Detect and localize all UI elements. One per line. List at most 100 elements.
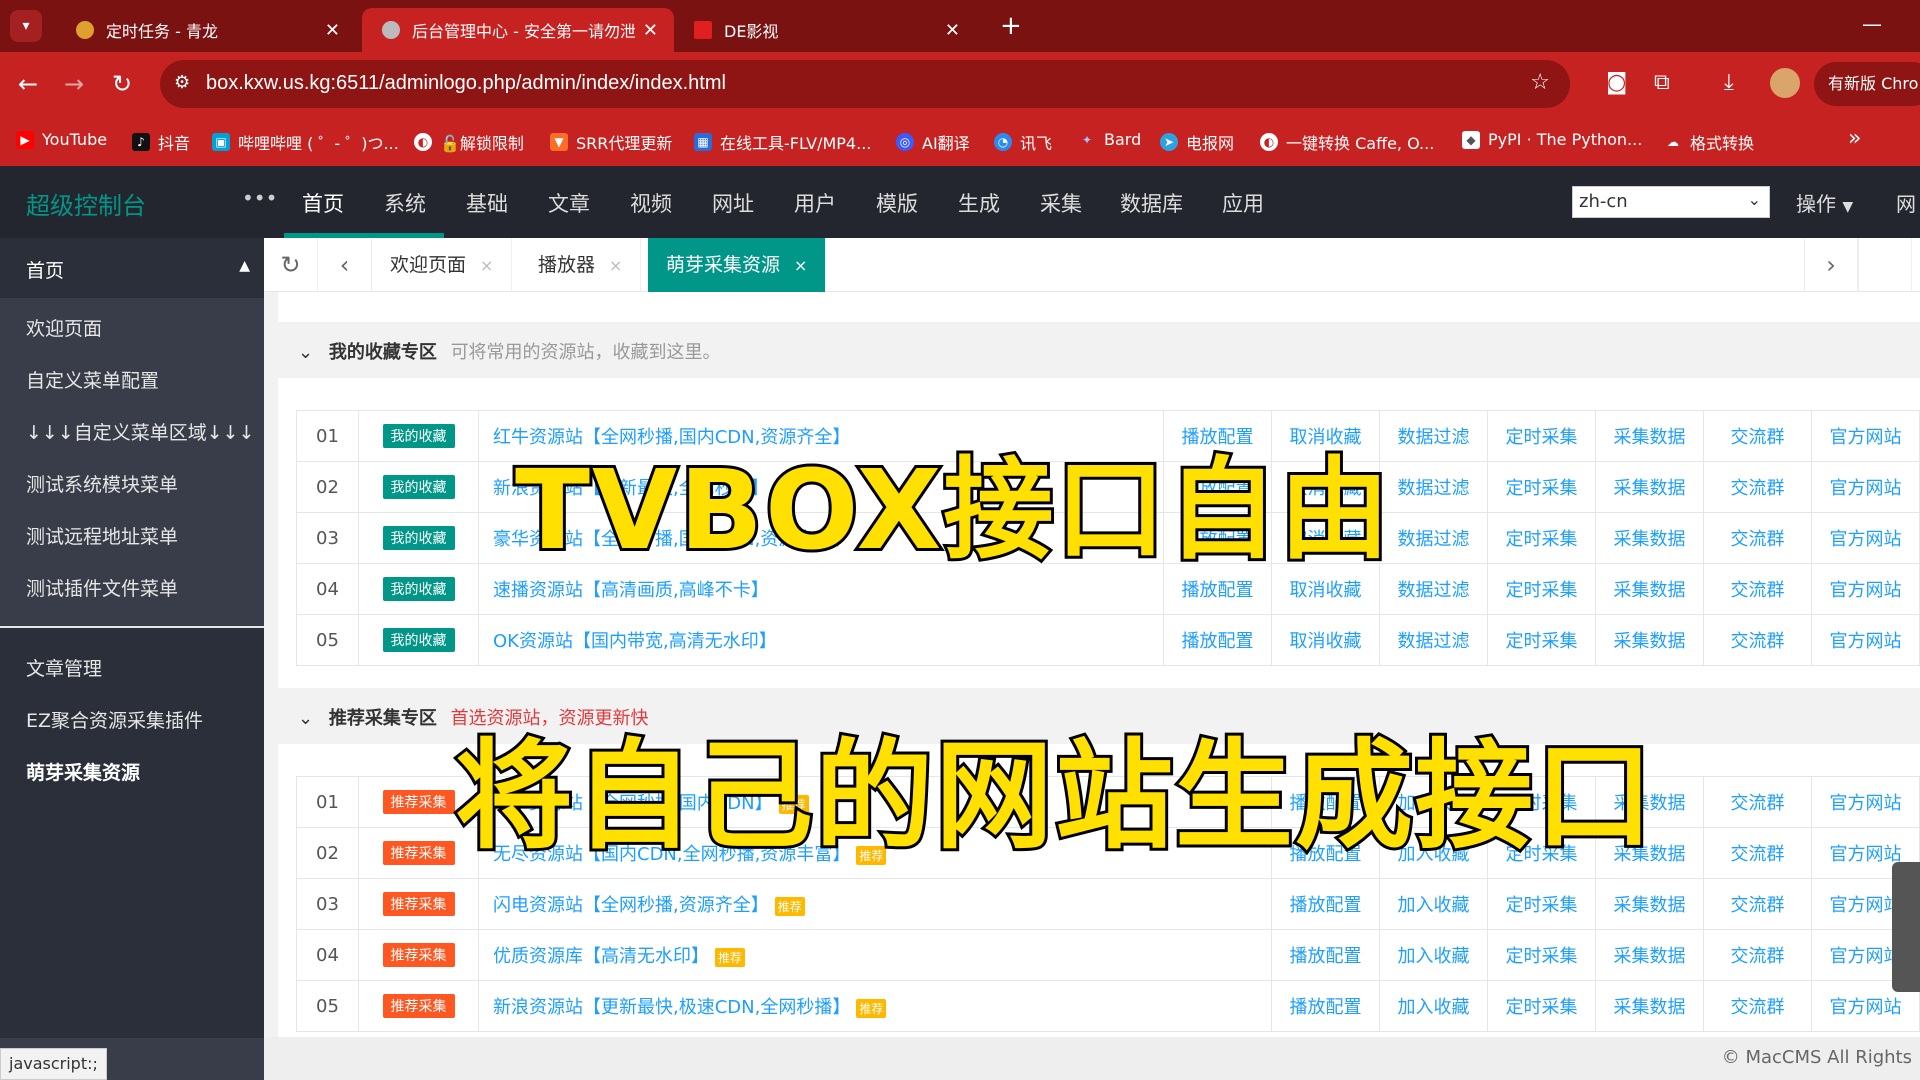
- tab-player[interactable]: 播放器 ×: [520, 238, 642, 292]
- refresh-icon[interactable]: ↻: [264, 238, 318, 292]
- action-link[interactable]: 采集数据: [1595, 878, 1704, 930]
- topnav-generate[interactable]: 生成: [958, 188, 1000, 218]
- sidebar-item-test-remote[interactable]: 测试远程地址菜单: [26, 522, 178, 549]
- action-link[interactable]: 采集数据: [1595, 614, 1704, 666]
- bookmarks-overflow-icon[interactable]: »: [1848, 126, 1861, 151]
- action-link[interactable]: 定时采集: [1487, 614, 1596, 666]
- close-icon[interactable]: ✕: [945, 20, 960, 41]
- bookmark-douyin[interactable]: ♪ 抖音: [132, 130, 190, 154]
- action-link[interactable]: 数据过滤: [1379, 512, 1488, 564]
- action-link[interactable]: 交流群: [1703, 980, 1812, 1032]
- topnav-apps[interactable]: 应用: [1222, 188, 1264, 218]
- sidebar-item-test-plugin[interactable]: 测试插件文件菜单: [26, 574, 178, 601]
- app-logo[interactable]: 超级控制台: [26, 186, 146, 221]
- extensions-puzzle-icon[interactable]: ⧉: [1654, 70, 1670, 95]
- bookmark-youtube[interactable]: ▶ YouTube: [16, 130, 107, 149]
- topnav-basic[interactable]: 基础: [466, 188, 508, 218]
- action-link[interactable]: 官方网站: [1811, 776, 1920, 828]
- action-link[interactable]: 定时采集: [1487, 512, 1596, 564]
- bookmark-format[interactable]: ☁ 格式转换: [1664, 130, 1754, 154]
- action-link[interactable]: 定时采集: [1487, 410, 1596, 462]
- action-link[interactable]: 交流群: [1703, 827, 1812, 879]
- operate-menu[interactable]: 操作 ▼: [1796, 188, 1853, 217]
- action-link[interactable]: 采集数据: [1595, 929, 1704, 981]
- more-menu-icon[interactable]: •••: [242, 186, 277, 210]
- topnav-url[interactable]: 网址: [712, 188, 754, 218]
- action-link[interactable]: 定时采集: [1487, 980, 1596, 1032]
- topnav-user[interactable]: 用户: [794, 188, 836, 218]
- close-icon[interactable]: ✕: [325, 20, 340, 41]
- action-link[interactable]: 官方网站: [1811, 512, 1920, 564]
- bookmark-caffe[interactable]: ◐ 一键转换 Caffe, O...: [1260, 130, 1434, 154]
- action-link[interactable]: 官方网站: [1811, 410, 1920, 462]
- topnav-database[interactable]: 数据库: [1120, 188, 1183, 218]
- download-icon[interactable]: ⤓: [1724, 70, 1734, 95]
- sidebar-item-article-manage[interactable]: 文章管理: [26, 654, 102, 681]
- sidebar-item-mengya[interactable]: 萌芽采集资源: [26, 758, 140, 785]
- bookmark-srr[interactable]: ▼ SRR代理更新: [550, 130, 672, 154]
- action-link[interactable]: 播放配置: [1271, 929, 1380, 981]
- bookmark-bilibili[interactable]: ▣ 哔哩哔哩 ( ゜- ゜)つ...: [212, 130, 399, 154]
- browser-tab-admin[interactable]: 后台管理中心 - 安全第一请勿泄 ✕: [362, 8, 674, 52]
- topnav-video[interactable]: 视频: [630, 188, 672, 218]
- topnav-article[interactable]: 文章: [548, 188, 590, 218]
- action-link[interactable]: 加入收藏: [1379, 929, 1488, 981]
- topnav-system[interactable]: 系统: [384, 188, 426, 218]
- sidebar-item-custom-menu-config[interactable]: 自定义菜单配置: [26, 366, 159, 393]
- language-select[interactable]: zh-cn ⌄: [1572, 186, 1770, 218]
- resource-link[interactable]: 速播资源站【高清画质,高峰不卡】: [493, 580, 769, 601]
- tab-search-button[interactable]: ▾: [10, 10, 42, 42]
- bookmark-xunfei[interactable]: ◔ 讯飞: [994, 130, 1052, 154]
- close-icon[interactable]: ×: [794, 256, 807, 275]
- action-link[interactable]: 定时采集: [1487, 929, 1596, 981]
- action-link[interactable]: 交流群: [1703, 512, 1812, 564]
- topnav-home[interactable]: 首页: [302, 188, 344, 218]
- action-link[interactable]: 定时采集: [1487, 878, 1596, 930]
- action-link[interactable]: 官方网站: [1811, 563, 1920, 615]
- browser-tab-de[interactable]: DE影视 ✕: [674, 8, 976, 52]
- action-link[interactable]: 交流群: [1703, 410, 1812, 462]
- tab-mengya[interactable]: 萌芽采集资源 ×: [648, 238, 827, 292]
- action-link[interactable]: 采集数据: [1595, 512, 1704, 564]
- resource-link[interactable]: 优质资源库【高清无水印】: [493, 946, 709, 967]
- bookmark-bard[interactable]: ✦ Bard: [1078, 130, 1141, 149]
- tab-welcome[interactable]: 欢迎页面 ×: [372, 238, 513, 292]
- minimize-icon[interactable]: —: [1862, 12, 1882, 36]
- action-link[interactable]: 定时采集: [1487, 563, 1596, 615]
- bookmark-pypi[interactable]: ◆ PyPI · The Python...: [1462, 130, 1642, 149]
- forward-arrow-icon[interactable]: →: [64, 70, 84, 98]
- close-icon[interactable]: ×: [480, 256, 493, 275]
- action-link[interactable]: 数据过滤: [1379, 614, 1488, 666]
- action-link[interactable]: 官方网站: [1811, 461, 1920, 513]
- action-link[interactable]: 官方网站: [1811, 614, 1920, 666]
- action-link[interactable]: 交流群: [1703, 614, 1812, 666]
- action-link[interactable]: 交流群: [1703, 461, 1812, 513]
- browser-tab-qinglong[interactable]: 定时任务 - 青龙 ✕: [56, 8, 356, 52]
- sidebar-item-ez-plugin[interactable]: EZ聚合资源采集插件: [26, 706, 203, 733]
- chevron-left-icon[interactable]: ‹: [318, 238, 372, 292]
- close-icon[interactable]: ×: [609, 256, 622, 275]
- favorites-section-header[interactable]: ⌄ 我的收藏专区 可将常用的资源站，收藏到这里。: [278, 322, 1920, 378]
- resource-link[interactable]: OK资源站【国内带宽,高清无水印】: [493, 631, 777, 652]
- bookmark-star-icon[interactable]: ☆: [1530, 70, 1550, 95]
- update-chrome-button[interactable]: 有新版 Chro: [1814, 62, 1920, 106]
- floating-side-widget[interactable]: [1892, 862, 1920, 992]
- action-link[interactable]: 播放配置: [1163, 614, 1272, 666]
- action-link[interactable]: 加入收藏: [1379, 980, 1488, 1032]
- action-link[interactable]: 交流群: [1703, 878, 1812, 930]
- action-link[interactable]: 数据过滤: [1379, 410, 1488, 462]
- action-link[interactable]: 播放配置: [1271, 980, 1380, 1032]
- sidebar-item-custom-menu-area[interactable]: ↓↓↓自定义菜单区域↓↓↓: [26, 418, 255, 445]
- action-link[interactable]: 数据过滤: [1379, 563, 1488, 615]
- sidebar-item-welcome[interactable]: 欢迎页面: [26, 314, 102, 341]
- action-link[interactable]: 采集数据: [1595, 461, 1704, 513]
- action-link[interactable]: 取消收藏: [1271, 614, 1380, 666]
- tab-operations-button[interactable]: [1858, 238, 1912, 292]
- action-link[interactable]: 交流群: [1703, 563, 1812, 615]
- reader-extension-icon[interactable]: ◙: [1606, 70, 1627, 95]
- bookmark-ai-translate[interactable]: ◎ AI翻译: [896, 130, 970, 154]
- reload-icon[interactable]: ↻: [112, 70, 132, 98]
- chevron-right-icon[interactable]: ›: [1804, 238, 1858, 292]
- bookmark-tools[interactable]: ▦ 在线工具-FLV/MP4...: [694, 130, 871, 154]
- action-link[interactable]: 采集数据: [1595, 410, 1704, 462]
